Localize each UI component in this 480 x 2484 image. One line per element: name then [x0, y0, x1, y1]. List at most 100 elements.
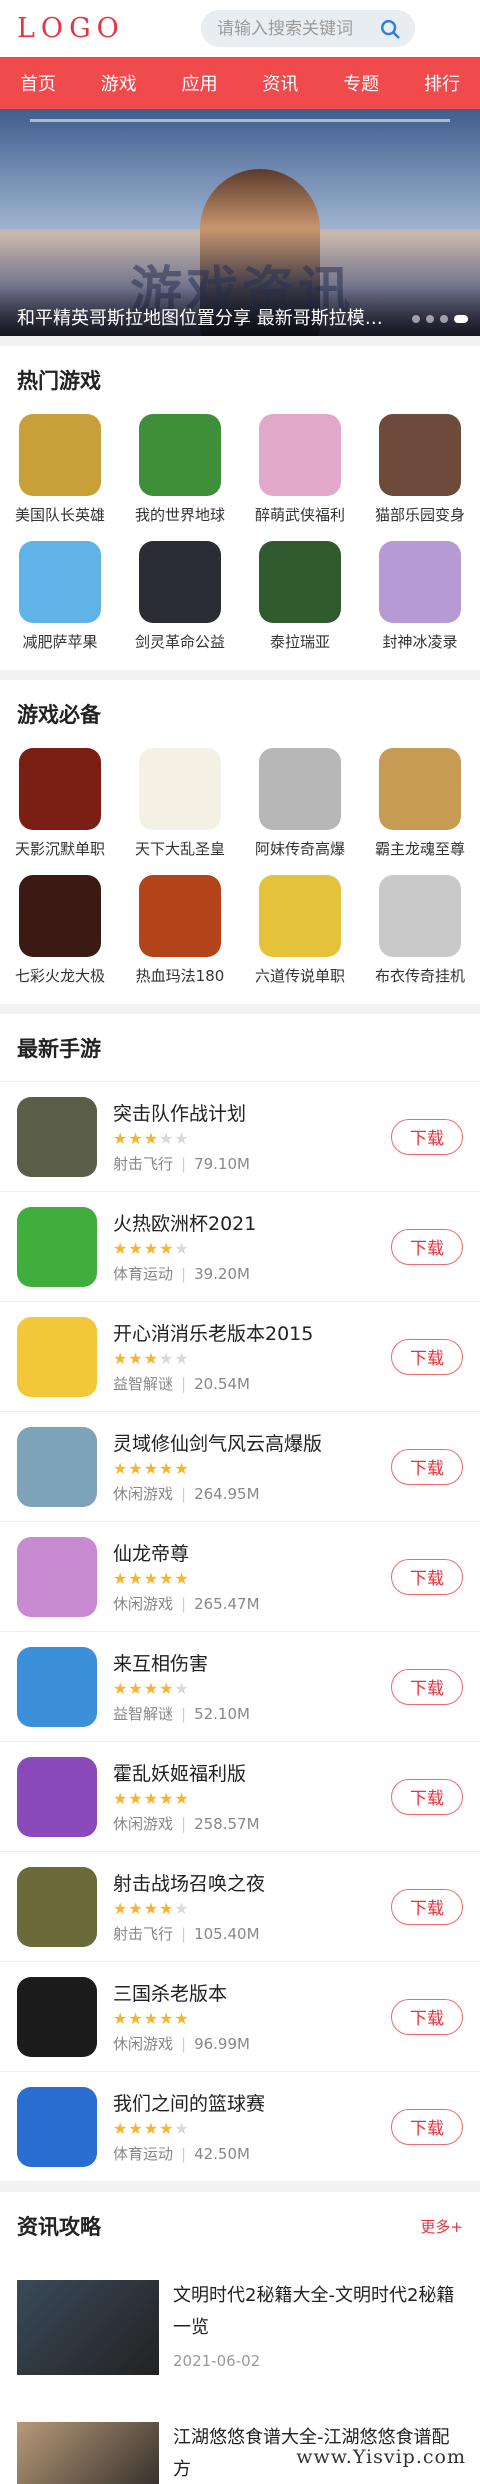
- game-icon[interactable]: [139, 414, 221, 496]
- game-icon[interactable]: [17, 1866, 97, 1947]
- game-icon[interactable]: [139, 748, 221, 830]
- game-title[interactable]: 灵域修仙剑气风云高爆版: [113, 1429, 391, 1456]
- game-category: 射击飞行: [113, 1155, 174, 1173]
- list-item[interactable]: 突击队作战计划 ★★★★★ 射击飞行 | 79.10M 下载: [0, 1082, 480, 1192]
- game-icon[interactable]: [17, 1756, 97, 1837]
- news-title[interactable]: 文明时代2秘籍大全-文明时代2秘籍一览: [173, 2280, 463, 2344]
- game-title[interactable]: 我们之间的篮球赛: [113, 2089, 391, 2116]
- game-title[interactable]: 来互相伤害: [113, 1649, 391, 1676]
- game-icon[interactable]: [17, 1976, 97, 2057]
- download-button[interactable]: 下载: [391, 1338, 463, 1375]
- game-icon[interactable]: [379, 875, 461, 957]
- game-grid-item[interactable]: 热血玛法180: [120, 875, 240, 986]
- game-grid-item[interactable]: 封神冰凌录: [360, 541, 480, 652]
- carousel-dot-active[interactable]: [454, 315, 468, 323]
- news-thumbnail[interactable]: [17, 2422, 159, 2484]
- download-button[interactable]: 下载: [391, 1778, 463, 1815]
- game-icon[interactable]: [17, 1536, 97, 1617]
- list-item[interactable]: 开心消消乐老版本2015 ★★★★★ 益智解谜 | 20.54M 下载: [0, 1302, 480, 1412]
- download-button[interactable]: 下载: [391, 2108, 463, 2145]
- game-grid-item[interactable]: 六道传说单职: [240, 875, 360, 986]
- game-icon[interactable]: [17, 1206, 97, 1287]
- game-grid-item[interactable]: 剑灵革命公益: [120, 541, 240, 652]
- game-title[interactable]: 霍乱妖姬福利版: [113, 1759, 391, 1786]
- game-icon[interactable]: [17, 1646, 97, 1727]
- game-title[interactable]: 仙龙帝尊: [113, 1539, 391, 1566]
- star-icon: ★: [174, 1459, 190, 1478]
- game-icon[interactable]: [379, 748, 461, 830]
- game-title[interactable]: 三国杀老版本: [113, 1979, 391, 2006]
- logo[interactable]: LOGO: [17, 13, 181, 44]
- game-icon[interactable]: [17, 1426, 97, 1507]
- download-button[interactable]: 下载: [391, 1228, 463, 1265]
- game-icon[interactable]: [17, 1096, 97, 1177]
- game-grid-item[interactable]: 醉萌武侠福利: [240, 414, 360, 525]
- game-icon[interactable]: [259, 541, 341, 623]
- nav-ranking[interactable]: 排行: [424, 70, 460, 96]
- search-input[interactable]: [217, 18, 379, 39]
- game-title[interactable]: 突击队作战计划: [113, 1099, 391, 1126]
- game-title[interactable]: 火热欧洲杯2021: [113, 1209, 391, 1236]
- nav-apps[interactable]: 应用: [182, 70, 218, 96]
- carousel-dot[interactable]: [426, 315, 434, 323]
- carousel-dot[interactable]: [412, 315, 420, 323]
- news-item[interactable]: 江湖悠悠食谱大全-江湖悠悠食谱配方2021-06-02: [0, 2402, 480, 2484]
- nav-home[interactable]: 首页: [20, 70, 56, 96]
- banner-caption[interactable]: 和平精英哥斯拉地图位置分享 最新哥斯拉模型位置介绍: [0, 286, 480, 336]
- game-icon[interactable]: [17, 1316, 97, 1397]
- download-button[interactable]: 下载: [391, 1558, 463, 1595]
- download-button[interactable]: 下载: [391, 1448, 463, 1485]
- download-button[interactable]: 下载: [391, 1118, 463, 1155]
- more-link[interactable]: 更多+: [420, 2216, 463, 2237]
- game-info: 霍乱妖姬福利版 ★★★★★ 休闲游戏 | 258.57M: [113, 1759, 391, 1834]
- search-icon[interactable]: [379, 18, 401, 40]
- game-grid-item[interactable]: 霸主龙魂至尊: [360, 748, 480, 859]
- game-size: 52.10M: [194, 1705, 250, 1723]
- game-grid-item[interactable]: 天下大乱圣皇: [120, 748, 240, 859]
- nav-games[interactable]: 游戏: [101, 70, 137, 96]
- game-icon[interactable]: [259, 748, 341, 830]
- carousel-dot[interactable]: [440, 315, 448, 323]
- nav-topics[interactable]: 专题: [343, 70, 379, 96]
- game-grid-item[interactable]: 我的世界地球: [120, 414, 240, 525]
- game-icon[interactable]: [379, 414, 461, 496]
- download-button[interactable]: 下载: [391, 1998, 463, 2035]
- list-item[interactable]: 火热欧洲杯2021 ★★★★★ 体育运动 | 39.20M 下载: [0, 1192, 480, 1302]
- game-grid-item[interactable]: 天影沉默单职: [0, 748, 120, 859]
- game-icon[interactable]: [19, 541, 101, 623]
- list-item[interactable]: 灵域修仙剑气风云高爆版 ★★★★★ 休闲游戏 | 264.95M 下载: [0, 1412, 480, 1522]
- list-item[interactable]: 三国杀老版本 ★★★★★ 休闲游戏 | 96.99M 下载: [0, 1962, 480, 2072]
- game-icon[interactable]: [17, 2086, 97, 2167]
- list-item[interactable]: 射击战场召唤之夜 ★★★★★ 射击飞行 | 105.40M 下载: [0, 1852, 480, 1962]
- list-item[interactable]: 仙龙帝尊 ★★★★★ 休闲游戏 | 265.47M 下载: [0, 1522, 480, 1632]
- list-item[interactable]: 霍乱妖姬福利版 ★★★★★ 休闲游戏 | 258.57M 下载: [0, 1742, 480, 1852]
- news-thumbnail[interactable]: [17, 2280, 159, 2375]
- search-box[interactable]: [201, 10, 415, 47]
- game-icon[interactable]: [19, 875, 101, 957]
- game-category: 休闲游戏: [113, 1485, 174, 1503]
- download-button[interactable]: 下载: [391, 1668, 463, 1705]
- game-grid-item[interactable]: 七彩火龙大极: [0, 875, 120, 986]
- star-icon: ★: [159, 1679, 175, 1698]
- game-icon[interactable]: [379, 541, 461, 623]
- game-title[interactable]: 开心消消乐老版本2015: [113, 1319, 391, 1346]
- list-item[interactable]: 来互相伤害 ★★★★★ 益智解谜 | 52.10M 下载: [0, 1632, 480, 1742]
- game-title[interactable]: 射击战场召唤之夜: [113, 1869, 391, 1896]
- download-button[interactable]: 下载: [391, 1888, 463, 1925]
- game-grid-item[interactable]: 阿妹传奇高爆: [240, 748, 360, 859]
- game-icon[interactable]: [19, 414, 101, 496]
- game-icon[interactable]: [139, 875, 221, 957]
- game-grid-item[interactable]: 减肥萨苹果: [0, 541, 120, 652]
- game-grid-item[interactable]: 美国队长英雄: [0, 414, 120, 525]
- game-icon[interactable]: [19, 748, 101, 830]
- game-icon[interactable]: [259, 875, 341, 957]
- game-grid-item[interactable]: 布衣传奇挂机: [360, 875, 480, 986]
- game-icon[interactable]: [259, 414, 341, 496]
- game-icon[interactable]: [139, 541, 221, 623]
- news-item[interactable]: 文明时代2秘籍大全-文明时代2秘籍一览 2021-06-02: [0, 2260, 480, 2402]
- banner-carousel[interactable]: 游戏资讯 和平精英哥斯拉地图位置分享 最新哥斯拉模型位置介绍: [0, 109, 480, 336]
- list-item[interactable]: 我们之间的篮球赛 ★★★★★ 体育运动 | 42.50M 下载: [0, 2072, 480, 2182]
- game-grid-item[interactable]: 猫部乐园变身: [360, 414, 480, 525]
- nav-news[interactable]: 资讯: [262, 70, 298, 96]
- game-grid-item[interactable]: 泰拉瑞亚: [240, 541, 360, 652]
